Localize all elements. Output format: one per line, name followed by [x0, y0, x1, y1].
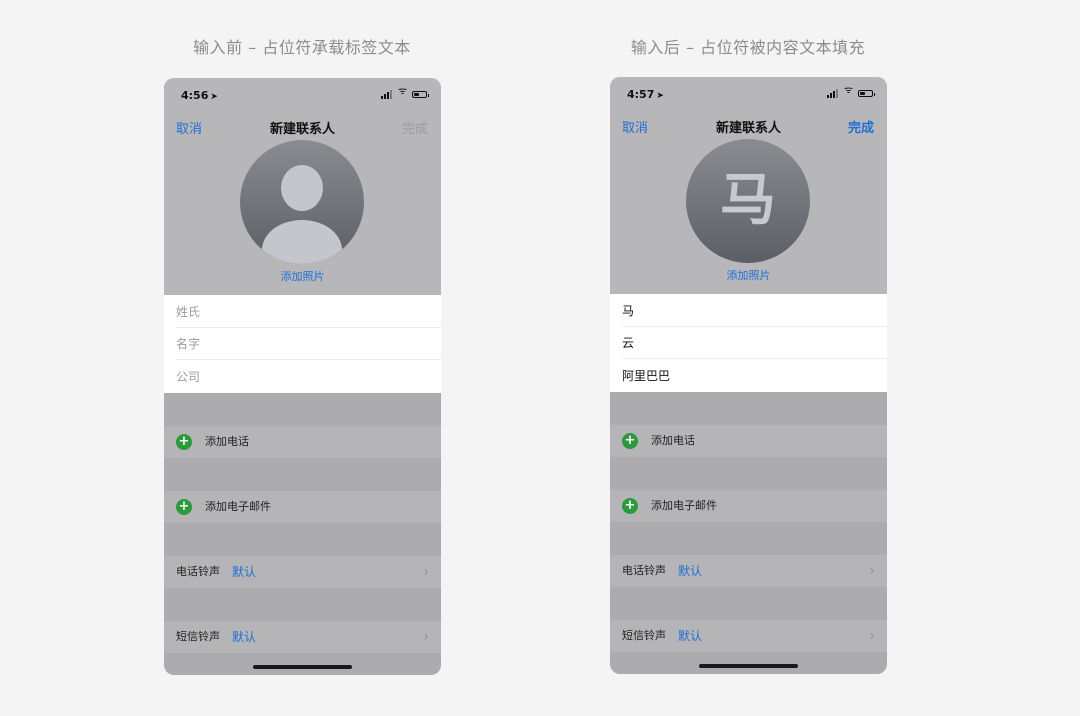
- caption-after: 输入后 – 占位符被内容文本填充: [630, 38, 866, 57]
- add-phone-label: 添加电话: [651, 434, 695, 447]
- ringtone-value: 默认: [678, 564, 703, 578]
- plus-circle-icon[interactable]: +: [176, 499, 192, 515]
- texttone-row[interactable]: 短信铃声 默认 ›: [610, 620, 887, 652]
- company-field[interactable]: 公司: [176, 361, 441, 393]
- ringtone-row[interactable]: 电话铃声 默认 ›: [610, 555, 887, 587]
- add-phone-label: 添加电话: [205, 435, 249, 448]
- add-phone-row[interactable]: + 添加电话: [610, 425, 887, 457]
- nav-title: 新建联系人: [715, 121, 781, 136]
- location-arrow-icon: ➤: [210, 92, 218, 102]
- person-silhouette-icon: [281, 165, 323, 211]
- add-email-label: 添加电子邮件: [651, 499, 717, 512]
- texttone-label: 短信铃声: [622, 629, 666, 642]
- plus-circle-icon[interactable]: +: [176, 434, 192, 450]
- avatar-initial: 马: [720, 168, 776, 233]
- chevron-right-icon: ›: [423, 564, 429, 580]
- last-name-field[interactable]: 马: [622, 295, 887, 327]
- ringtone-label: 电话铃声: [176, 565, 220, 578]
- add-email-row[interactable]: + 添加电子邮件: [164, 491, 441, 523]
- battery-icon: [412, 91, 429, 98]
- signal-icon: [827, 95, 829, 98]
- add-photo-button[interactable]: 添加照片: [610, 267, 887, 283]
- caption-before: 输入前 – 占位符承载标签文本: [193, 38, 411, 57]
- add-email-row[interactable]: + 添加电子邮件: [610, 490, 887, 522]
- location-arrow-icon: ➤: [656, 91, 664, 101]
- chevron-right-icon: ›: [869, 563, 875, 579]
- add-email-label: 添加电子邮件: [205, 500, 271, 513]
- texttone-value: 默认: [232, 630, 257, 644]
- ringtone-label: 电话铃声: [622, 564, 666, 577]
- signal-icon: [390, 90, 392, 99]
- name-fields: 姓氏 名字 公司: [164, 295, 441, 393]
- add-phone-row[interactable]: + 添加电话: [164, 426, 441, 458]
- battery-icon: [858, 90, 875, 97]
- home-indicator[interactable]: [699, 664, 798, 668]
- texttone-value: 默认: [678, 629, 703, 643]
- texttone-label: 短信铃声: [176, 630, 220, 643]
- phone-after: 4:57 ➤ ᯤ 取消 新建联系人 完成 马 添加照片 马 云 阿里巴巴 + 添加…: [610, 77, 887, 674]
- add-photo-button[interactable]: 添加照片: [164, 268, 441, 284]
- last-name-field[interactable]: 姓氏: [176, 296, 441, 328]
- phone-before: 4:56 ➤ ᯤ 取消 新建联系人 完成 添加照片 姓氏 名字 公司 + 添加电话…: [164, 78, 441, 675]
- done-button[interactable]: 完成: [402, 118, 428, 137]
- chevron-right-icon: ›: [423, 629, 429, 645]
- ringtone-value: 默认: [232, 565, 257, 579]
- name-fields: 马 云 阿里巴巴: [610, 294, 887, 392]
- wifi-icon: ᯤ: [844, 85, 854, 96]
- first-name-field[interactable]: 名字: [176, 328, 441, 360]
- status-time: 4:56 ➤: [181, 89, 218, 102]
- plus-circle-icon[interactable]: +: [622, 498, 638, 514]
- signal-icon: [387, 92, 389, 99]
- header-area: 4:57 ➤ ᯤ 取消 新建联系人 完成 马 添加照片: [610, 77, 887, 294]
- plus-circle-icon[interactable]: +: [622, 433, 638, 449]
- signal-icon: [830, 93, 832, 98]
- time-text: 4:57: [627, 88, 655, 101]
- home-indicator[interactable]: [253, 665, 352, 669]
- avatar[interactable]: [240, 140, 364, 264]
- first-name-field[interactable]: 云: [622, 327, 887, 359]
- signal-icon: [833, 91, 835, 98]
- person-silhouette-body: [262, 220, 342, 264]
- company-field[interactable]: 阿里巴巴: [622, 360, 887, 392]
- nav-title: 新建联系人: [269, 122, 335, 137]
- ringtone-row[interactable]: 电话铃声 默认 ›: [164, 556, 441, 588]
- time-text: 4:56: [181, 89, 209, 102]
- signal-icon: [384, 94, 386, 99]
- signal-icon: [381, 96, 383, 99]
- status-icons: ᯤ: [381, 86, 429, 100]
- status-time: 4:57 ➤: [627, 88, 664, 101]
- chevron-right-icon: ›: [869, 628, 875, 644]
- signal-icon: [836, 89, 838, 98]
- done-button[interactable]: 完成: [848, 117, 874, 136]
- header-area: 4:56 ➤ ᯤ 取消 新建联系人 完成 添加照片: [164, 78, 441, 295]
- wifi-icon: ᯤ: [398, 86, 408, 97]
- avatar[interactable]: 马: [686, 139, 810, 263]
- texttone-row[interactable]: 短信铃声 默认 ›: [164, 621, 441, 653]
- status-icons: ᯤ: [827, 85, 875, 99]
